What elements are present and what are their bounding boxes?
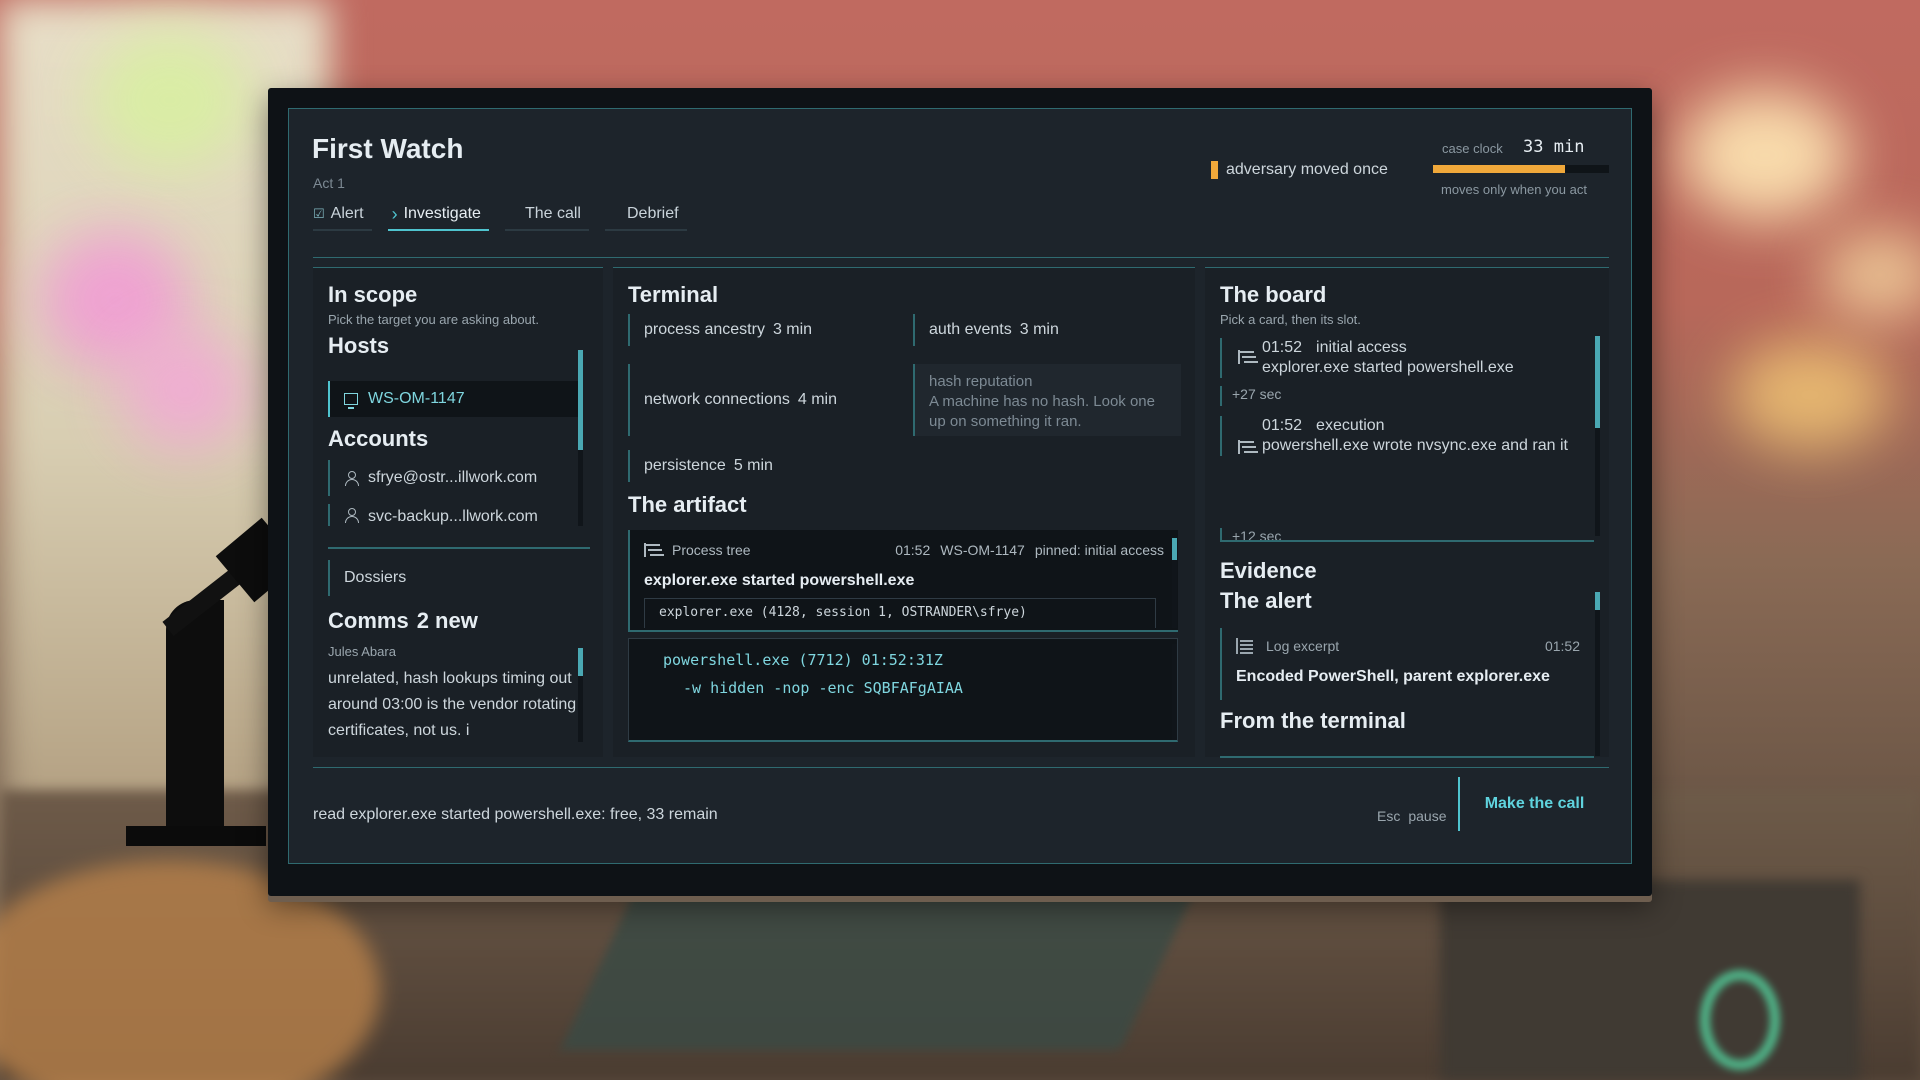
artifact-scrollbar[interactable] xyxy=(1172,538,1177,628)
act-label: Act 1 xyxy=(313,175,345,191)
cmd-auth-events[interactable]: auth events 3 min xyxy=(913,314,1059,346)
case-clock-value: 33 min xyxy=(1523,137,1585,157)
tab-label: The call xyxy=(524,205,581,222)
log-excerpt-icon xyxy=(1236,638,1254,654)
artifact-meta: Process tree 01:52 WS-OM-1147 pinned: in… xyxy=(644,542,1164,558)
game-screen: First Watch Act 1 ☑ Alert › Investigate … xyxy=(288,108,1632,864)
scope-scrollbar[interactable] xyxy=(578,350,583,526)
check-icon: ☑ xyxy=(313,206,325,221)
artifact-headline: explorer.exe started powershell.exe xyxy=(644,572,915,589)
board-gap: +12 sec xyxy=(1220,528,1281,540)
user-icon xyxy=(344,508,359,523)
status-line: read explorer.exe started powershell.exe… xyxy=(313,806,718,823)
board-gap: +27 sec xyxy=(1220,386,1281,406)
tab-label: Investigate xyxy=(403,205,481,222)
account-item[interactable]: sfrye@ostr...illwork.com xyxy=(328,460,578,496)
tab-alert[interactable]: ☑ Alert xyxy=(313,205,372,231)
case-clock-note: moves only when you act xyxy=(1441,182,1587,197)
board-title: The board xyxy=(1220,282,1327,307)
dossiers-button[interactable]: Dossiers xyxy=(328,560,578,596)
artifact-card[interactable]: Process tree 01:52 WS-OM-1147 pinned: in… xyxy=(628,530,1178,630)
process-tree-icon xyxy=(1238,440,1254,454)
host-item[interactable]: WS-OM-1147 xyxy=(328,381,578,417)
evidence-heading: Evidence xyxy=(1220,558,1317,583)
hosts-heading: Hosts xyxy=(328,333,390,358)
terminal-panel: Terminal process ancestry 3 min auth even… xyxy=(613,267,1195,757)
user-icon xyxy=(344,471,359,486)
alert-text: Encoded PowerShell, parent explorer.exe xyxy=(1236,668,1550,685)
alert-heading: The alert xyxy=(1220,588,1312,613)
page-title: First Watch xyxy=(312,133,464,164)
warning-marker-icon xyxy=(1211,161,1218,179)
tab-investigate[interactable]: › Investigate xyxy=(387,204,489,231)
scope-divider xyxy=(328,547,590,549)
case-clock-fill xyxy=(1433,165,1565,173)
board-hint: Pick a card, then its slot. xyxy=(1220,312,1361,327)
evidence-divider xyxy=(1220,756,1594,758)
comms-sender: Jules Abara xyxy=(328,644,396,659)
board-card[interactable]: 01:52 execution powershell.exe wrote nvsy… xyxy=(1220,416,1590,456)
scope-panel: In scope Pick the target you are asking … xyxy=(313,267,603,757)
adversary-indicator: adversary moved once xyxy=(1211,161,1388,179)
board-card[interactable]: 01:52 initial access explorer.exe started… xyxy=(1220,338,1590,378)
board-list: The board Pick a card, then its slot. 01… xyxy=(1205,268,1609,540)
cmd-process-ancestry[interactable]: process ancestry 3 min xyxy=(628,314,812,346)
comms-badge: 2 new xyxy=(416,608,478,633)
child-process-line: powershell.exe (7712) 01:52:31Z xyxy=(663,651,943,669)
from-terminal-heading: From the terminal xyxy=(1220,708,1406,733)
cmd-network-connections[interactable]: network connections 4 min xyxy=(628,364,837,436)
detail-scrollbar[interactable] xyxy=(1172,644,1177,740)
artifact-title: The artifact xyxy=(628,492,747,517)
desk-lamp xyxy=(166,600,224,836)
monitor-icon xyxy=(344,393,358,409)
cmd-hash-reputation-disabled: hash reputation A machine has no hash. L… xyxy=(913,364,1181,436)
artifact-parent-line: explorer.exe (4128, session 1, OSTRANDER… xyxy=(644,598,1156,628)
scope-title: In scope xyxy=(328,282,418,307)
cmd-persistence[interactable]: persistence 5 min xyxy=(628,450,773,482)
header-divider xyxy=(313,257,1609,258)
phase-tabs: ☑ Alert › Investigate The call Debrief xyxy=(313,205,703,231)
tab-label: Alert xyxy=(330,205,364,222)
adversary-text: adversary moved once xyxy=(1226,161,1388,178)
board-divider xyxy=(1220,540,1594,542)
tab-label: Debrief xyxy=(626,205,679,222)
process-args-line: -w hidden -nop -enc SQBFAFgAIAA xyxy=(683,679,963,697)
pause-hint[interactable]: Esc pause xyxy=(1377,808,1447,824)
chevron-right-icon: › xyxy=(391,204,398,224)
board-scrollbar[interactable] xyxy=(1595,336,1600,536)
scope-hint: Pick the target you are asking about. xyxy=(328,312,540,327)
comms-message: unrelated, hash lookups timing out aroun… xyxy=(328,670,577,739)
monitor: First Watch Act 1 ☑ Alert › Investigate … xyxy=(268,88,1652,896)
comms-scrollbar[interactable] xyxy=(578,648,583,742)
board-panel: The board Pick a card, then its slot. 01… xyxy=(1205,267,1609,758)
terminal-title: Terminal xyxy=(628,282,719,307)
process-detail: powershell.exe (7712) 01:52:31Z -w hidde… xyxy=(628,638,1178,742)
account-name: sfrye@ostr...illwork.com xyxy=(368,469,538,486)
tab-the-call[interactable]: The call xyxy=(504,205,589,231)
artifact-divider xyxy=(628,630,1178,632)
account-item[interactable]: svc-backup...llwork.com xyxy=(328,504,578,526)
tab-debrief[interactable]: Debrief xyxy=(604,205,687,231)
case-clock-label: case clock xyxy=(1442,141,1503,156)
desk-lamp-base xyxy=(126,826,266,846)
evidence-scrollbar[interactable] xyxy=(1595,592,1600,756)
case-clock-bar xyxy=(1433,165,1609,173)
host-name: WS-OM-1147 xyxy=(368,390,465,407)
account-name: svc-backup...llwork.com xyxy=(368,508,538,525)
process-tree-icon xyxy=(644,543,660,557)
accounts-heading: Accounts xyxy=(328,426,429,451)
process-tree-icon xyxy=(1238,350,1254,364)
make-call-button[interactable]: Make the call xyxy=(1458,777,1609,831)
comms-heading: Comms 2 new xyxy=(328,608,478,633)
footer-divider xyxy=(313,767,1609,768)
alert-evidence-card[interactable]: Log excerpt 01:52 Encoded PowerShell, pa… xyxy=(1220,628,1580,700)
